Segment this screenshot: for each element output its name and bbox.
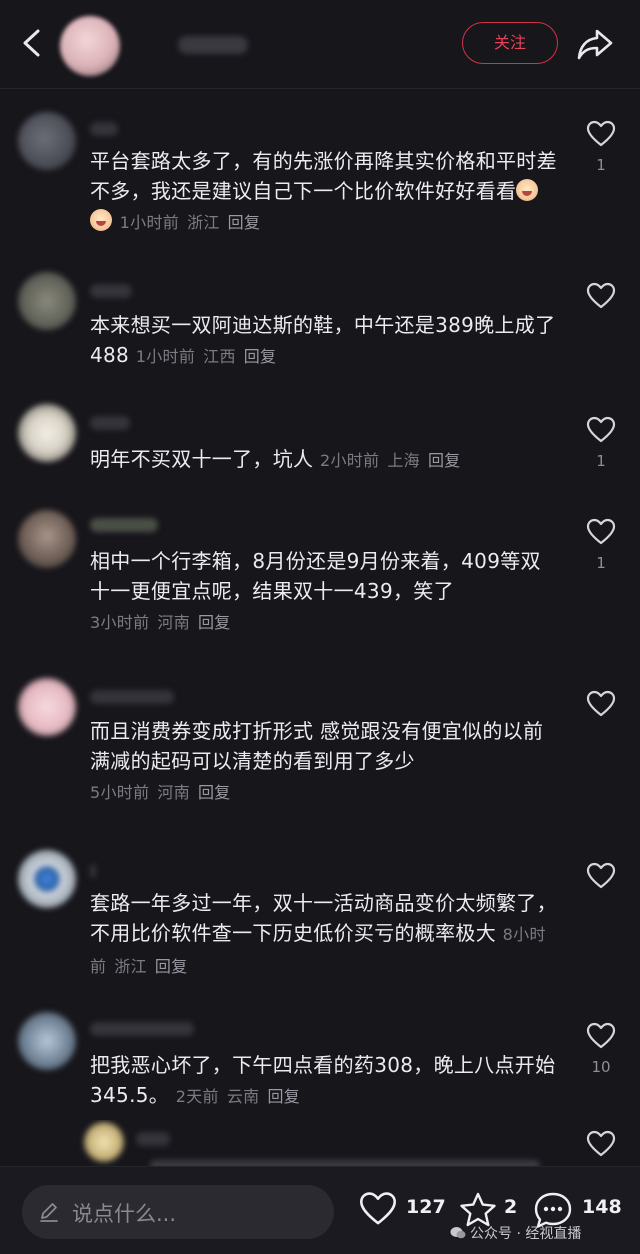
commenter-avatar[interactable] (18, 272, 76, 330)
commenter-name-blurred[interactable] (90, 122, 118, 136)
commenter-name-blurred[interactable] (90, 284, 132, 298)
wechat-icon (450, 1227, 466, 1239)
comment-input-placeholder: 说点什么... (72, 1202, 177, 1226)
comment-text: 明年不买双十一了，坑人 (90, 447, 314, 471)
like-count: 127 (406, 1196, 446, 1218)
commenter-name-blurred[interactable] (90, 1022, 194, 1036)
like-count: 1 (596, 156, 606, 174)
comment-body: 相中一个行李箱，8月份还是9月份来着，409等双十一更便宜点呢，结果双十一439… (90, 546, 560, 638)
comment-location: 云南 (226, 1087, 260, 1106)
reply-button[interactable]: 回复 (155, 957, 188, 976)
heart-icon (360, 1192, 396, 1225)
follow-button[interactable]: 关注 (462, 22, 558, 64)
bottom-action-bar: 说点什么... 127 2 148 公众号 · 经视直播 (0, 1166, 640, 1254)
comment-location: 河南 (157, 613, 190, 632)
heart-icon[interactable] (586, 416, 616, 444)
comment-location: 江西 (203, 347, 236, 366)
heart-icon[interactable] (586, 518, 616, 546)
pen-icon (40, 1203, 58, 1222)
reply-button[interactable]: 回复 (267, 1087, 300, 1106)
like-count: 1 (596, 452, 606, 470)
comment-time: 2小时前 (319, 451, 380, 470)
comment-item: 套路一年多过一年，双十一活动商品变价太频繁了，不用比价软件查一下历史低价买亏的概… (0, 850, 640, 990)
like-action[interactable]: 127 (358, 1187, 446, 1231)
like-count: 1 (596, 554, 606, 572)
comment-text: 把我恶心坏了，下午四点看的药308，晚上八点开始345.5。 (90, 1053, 556, 1107)
watermark-text: 公众号 · 经视直播 (470, 1226, 582, 1242)
reply-button[interactable]: 回复 (198, 613, 231, 632)
comment-count: 148 (582, 1196, 622, 1218)
comment-text: 相中一个行李箱，8月份还是9月份来着，409等双十一更便宜点呢，结果双十一439… (90, 549, 541, 603)
commenter-name-blurred[interactable] (136, 1132, 170, 1146)
comment-location: 浙江 (187, 213, 220, 232)
reply-button[interactable]: 回复 (198, 783, 231, 802)
reply-button[interactable]: 回复 (244, 347, 277, 366)
comment-body: 平台套路太多了，有的先涨价再降其实价格和平时差不多，我还是建议自己下一个比价软件… (90, 146, 560, 238)
comment-body: 明年不买双十一了，坑人 2小时前 上海 回复 (90, 444, 560, 476)
comment-time: 2天前 (175, 1087, 219, 1106)
comment-body: 本来想买一双阿迪达斯的鞋，中午还是389晚上成了488 1小时前 江西 回复 (90, 310, 560, 372)
heart-icon[interactable] (586, 120, 616, 148)
comment-input[interactable]: 说点什么... (22, 1185, 334, 1239)
heart-icon[interactable] (586, 1022, 616, 1050)
comment-body: 把我恶心坏了，下午四点看的药308，晚上八点开始345.5。 2天前 云南 回复 (90, 1050, 560, 1112)
comment-item (0, 1120, 640, 1166)
heart-icon[interactable] (586, 690, 616, 718)
comment-location: 上海 (387, 451, 420, 470)
commenter-name-blurred[interactable] (90, 690, 174, 704)
comment-body: 而且消费券变成打折形式 感觉跟没有便宜似的以前满减的起码可以清楚的看到用了多少 … (90, 716, 560, 808)
comment-item: 而且消费券变成打折形式 感觉跟没有便宜似的以前满减的起码可以清楚的看到用了多少 … (0, 678, 640, 818)
commenter-avatar[interactable] (18, 1012, 76, 1070)
commenter-avatar[interactable] (18, 850, 76, 908)
comment-item: 明年不买双十一了，坑人 2小时前 上海 回复 1 (0, 404, 640, 486)
comment-time: 5小时前 (90, 783, 150, 802)
comment-item: 相中一个行李箱，8月份还是9月份来着，409等双十一更便宜点呢，结果双十一439… (0, 508, 640, 648)
watermark: 公众号 · 经视直播 (450, 1223, 581, 1243)
favorite-count: 2 (504, 1196, 518, 1218)
commenter-avatar[interactable] (18, 510, 76, 568)
like-count: 10 (591, 1058, 611, 1076)
author-name-blurred[interactable] (178, 36, 248, 54)
heart-icon[interactable] (586, 1130, 616, 1158)
laughing-crying-emoji-icon (516, 179, 539, 201)
back-icon[interactable] (18, 28, 46, 58)
comment-text: 套路一年多过一年，双十一活动商品变价太频繁了，不用比价软件查一下历史低价买亏的概… (90, 891, 557, 945)
top-bar: 关注 (0, 0, 640, 89)
share-icon[interactable] (576, 26, 614, 62)
commenter-avatar[interactable] (18, 112, 76, 170)
comment-time: 1小时前 (119, 213, 180, 232)
commenter-avatar[interactable] (84, 1122, 124, 1162)
author-avatar[interactable] (60, 16, 120, 76)
comment-time: 1小时前 (135, 347, 196, 366)
comment-item: 本来想买一双阿迪达斯的鞋，中午还是389晚上成了488 1小时前 江西 回复 (0, 272, 640, 382)
comment-item: 平台套路太多了，有的先涨价再降其实价格和平时差不多，我还是建议自己下一个比价软件… (0, 108, 640, 248)
laughing-crying-emoji-icon (90, 209, 112, 231)
comment-body: 套路一年多过一年，双十一活动商品变价太频繁了，不用比价软件查一下历史低价买亏的概… (90, 888, 560, 982)
commenter-name-blurred[interactable] (90, 416, 130, 430)
heart-icon[interactable] (586, 282, 616, 310)
comment-time: 3小时前 (90, 613, 150, 632)
comment-text: 平台套路太多了，有的先涨价再降其实价格和平时差不多，我还是建议自己下一个比价软件… (90, 149, 557, 203)
comment-location: 浙江 (114, 957, 147, 976)
commenter-name-blurred[interactable] (90, 518, 158, 532)
reply-button[interactable]: 回复 (428, 451, 461, 470)
commenter-avatar[interactable] (18, 404, 76, 462)
comment-item: 把我恶心坏了，下午四点看的药308，晚上八点开始345.5。 2天前 云南 回复 1… (0, 1012, 640, 1116)
comment-location: 河南 (157, 783, 190, 802)
commenter-name-blurred[interactable] (90, 864, 96, 878)
reply-button[interactable]: 回复 (228, 213, 261, 232)
comment-text: 而且消费券变成打折形式 感觉跟没有便宜似的以前满减的起码可以清楚的看到用了多少 (90, 719, 544, 773)
heart-icon[interactable] (586, 862, 616, 890)
commenter-avatar[interactable] (18, 678, 76, 736)
